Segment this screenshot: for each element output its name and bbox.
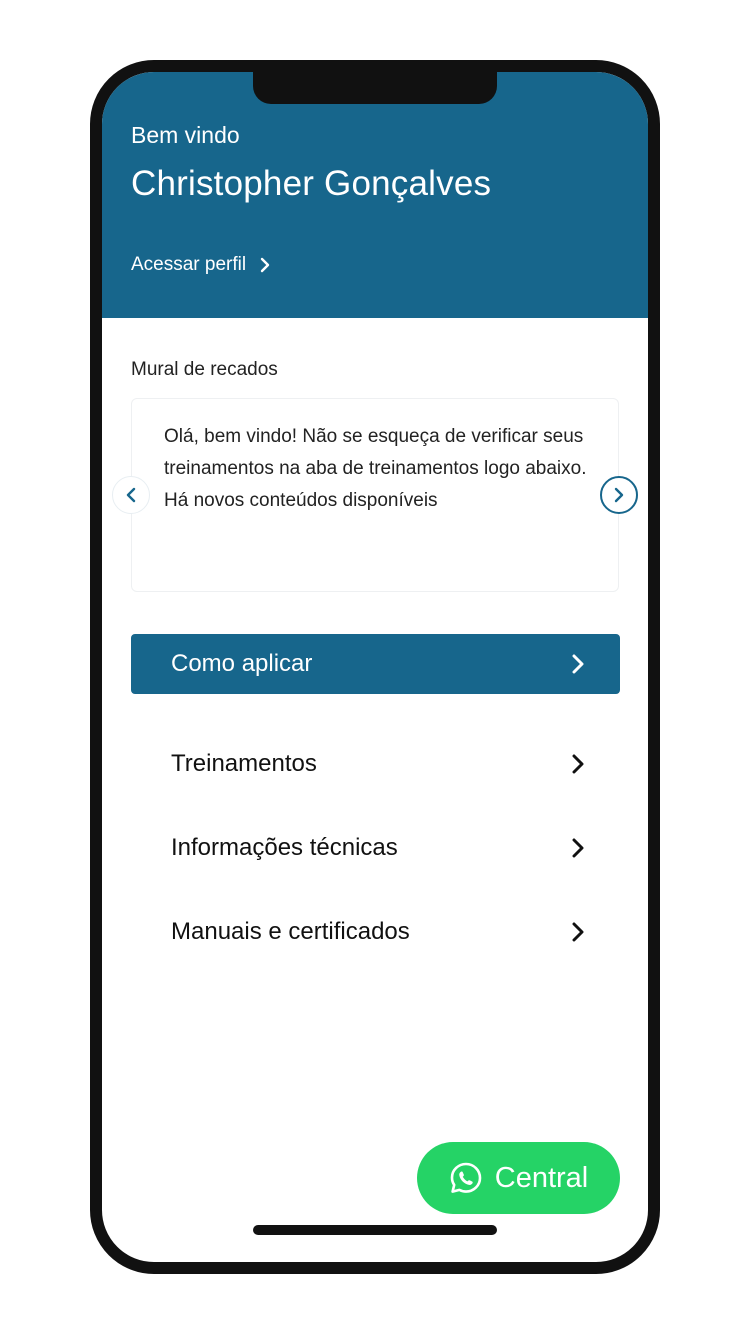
home-indicator (253, 1225, 497, 1235)
chevron-right-icon (572, 754, 584, 774)
menu-item-manuals[interactable]: Manuais e certificados (131, 904, 620, 960)
carousel-prev-button[interactable] (112, 476, 150, 514)
greeting-text: Bem vindo (131, 122, 240, 148)
board-message: Olá, bem vindo! Não se esqueça de verifi… (164, 426, 587, 511)
chevron-left-icon (126, 487, 136, 503)
menu-item-label: Manuais e certificados (171, 918, 410, 945)
menu-item-trainings[interactable]: Treinamentos (131, 736, 620, 792)
carousel-next-button[interactable] (600, 476, 638, 514)
central-label: Central (494, 1161, 589, 1194)
phone-frame: Bem vindo Christopher Gonçalves Acessar … (90, 60, 660, 1274)
chevron-right-icon (572, 922, 584, 942)
user-name: Christopher Gonçalves (131, 164, 492, 203)
how-to-apply-label: Como aplicar (171, 650, 313, 677)
welcome-header: Bem vindo Christopher Gonçalves Acessar … (102, 72, 648, 318)
chevron-right-icon (572, 654, 584, 674)
board-title: Mural de recados (131, 359, 278, 380)
profile-link[interactable]: Acessar perfil (131, 254, 270, 276)
chevron-right-icon (572, 838, 584, 858)
message-board-card: Olá, bem vindo! Não se esqueça de verifi… (131, 398, 619, 592)
whatsapp-icon (449, 1161, 483, 1195)
device-notch (253, 72, 497, 104)
chevron-right-icon (614, 487, 624, 503)
menu-item-label: Informações técnicas (171, 834, 398, 861)
how-to-apply-button[interactable]: Como aplicar (131, 634, 620, 694)
whatsapp-central-button[interactable]: Central (417, 1142, 620, 1214)
profile-link-label: Acessar perfil (131, 254, 247, 275)
menu-item-label: Treinamentos (171, 750, 317, 777)
menu-item-technical-info[interactable]: Informações técnicas (131, 820, 620, 876)
chevron-right-icon (260, 257, 270, 273)
